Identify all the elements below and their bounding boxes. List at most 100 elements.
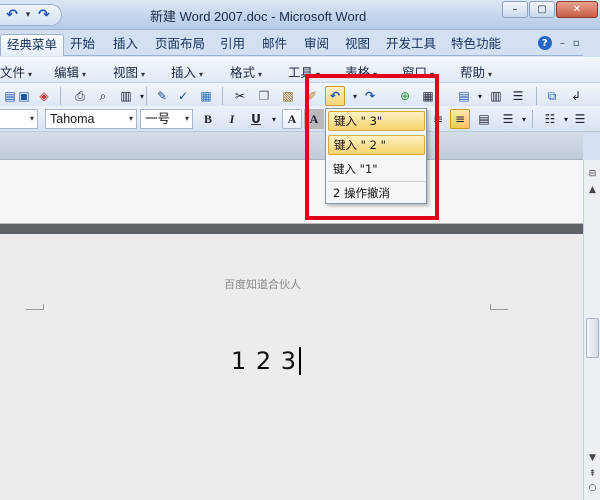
menu-label: 视图 <box>113 65 139 80</box>
document-page[interactable]: 百度知道合伙人 1 2 3 <box>0 234 583 500</box>
chevron-down-icon: ▾ <box>141 70 146 79</box>
tab-home[interactable]: 开始 <box>64 34 101 56</box>
previous-page-icon[interactable]: ⇞ <box>585 466 600 481</box>
window-controls: – ▢ ✕ <box>502 1 598 18</box>
ruler-band <box>0 132 583 160</box>
tab-mailings[interactable]: 邮件 <box>256 34 293 56</box>
justify-icon[interactable]: ▤ <box>474 109 494 129</box>
tab-review[interactable]: 审阅 <box>298 34 335 56</box>
close-button[interactable]: ✕ <box>556 1 598 18</box>
scroll-down-arrow[interactable]: ▼ <box>585 450 600 465</box>
font-size-dropdown[interactable]: 一号 ▾ <box>140 109 193 129</box>
margin-corner-right <box>490 304 508 310</box>
tab-view[interactable]: 视图 <box>339 34 376 56</box>
menu-label: 编辑 <box>54 65 80 80</box>
tab-developer[interactable]: 开发工具 <box>380 34 442 56</box>
vertical-scrollbar[interactable]: ⊟ ▲ ▼ ⇞ ○ <box>583 160 600 500</box>
menu-format[interactable]: 格式 ▾ <box>230 62 262 81</box>
toolbar-separator <box>532 110 533 128</box>
ribbon-tabs: 经典菜单 开始 插入 页面布局 引用 邮件 审阅 视图 开发工具 特色功能 ? … <box>0 30 600 56</box>
chevron-down-icon: ▾ <box>28 70 33 79</box>
highlight-annotation-box <box>305 74 439 220</box>
text-cursor <box>299 347 301 375</box>
cut-icon[interactable]: ✂ <box>230 86 250 106</box>
grammar-icon[interactable]: ✓ <box>173 86 193 106</box>
ribbon-minimize-button[interactable]: – <box>560 38 565 49</box>
scroll-thumb[interactable] <box>586 318 599 358</box>
undo-icon[interactable]: ↶ <box>2 5 22 25</box>
print-preview-icon[interactable]: ⌕ <box>93 86 113 106</box>
drawing-icon[interactable]: ☰ <box>508 86 528 106</box>
chevron-down-icon: ▾ <box>488 70 493 79</box>
font-size-value: 一号 <box>145 112 171 126</box>
bullets-icon[interactable]: ☰ <box>570 109 590 129</box>
ribbon-restore-button[interactable]: ▫ <box>573 38 580 49</box>
formatting-toolbar: ▾ Tahoma ▾ 一号 ▾ B I U ▾ A A ≡ ≡ ▤ ☰ ▾ ☷ ▾ … <box>0 106 600 132</box>
document-map-icon[interactable]: ⧉ <box>542 86 562 106</box>
tab-references[interactable]: 引用 <box>214 34 251 56</box>
chevron-down-icon: ▾ <box>82 70 87 79</box>
menu-insert[interactable]: 插入 ▾ <box>171 62 203 81</box>
align-center-icon[interactable]: ≡ <box>450 109 470 129</box>
font-name-dropdown[interactable]: Tahoma ▾ <box>45 109 137 129</box>
restore-button[interactable]: ▢ <box>529 1 555 18</box>
menu-file[interactable]: 文件 ▾ <box>0 62 32 81</box>
chevron-down-icon[interactable]: ▾ <box>514 109 534 129</box>
redo-icon[interactable]: ↷ <box>34 5 54 25</box>
undo-dropdown-arrow[interactable]: ▾ <box>22 5 34 25</box>
style-dropdown[interactable]: ▾ <box>0 109 38 129</box>
menu-help[interactable]: 帮助 ▾ <box>460 62 492 81</box>
columns-icon[interactable]: ▥ <box>486 86 506 106</box>
chevron-down-icon[interactable]: ▾ <box>132 86 152 106</box>
font-name-value: Tahoma <box>50 112 95 126</box>
tab-classic-menu[interactable]: 经典菜单 <box>0 34 65 56</box>
menu-label: 文件 <box>0 65 26 80</box>
browse-object-icon[interactable]: ○ <box>585 480 600 495</box>
chevron-down-icon: ▾ <box>199 70 204 79</box>
tab-special-features[interactable]: 特色功能 <box>445 34 507 56</box>
minimize-button[interactable]: – <box>502 1 528 18</box>
chevron-down-icon: ▾ <box>184 114 189 123</box>
chevron-down-icon[interactable]: ▾ <box>264 109 284 129</box>
print-icon[interactable]: ⎙ <box>70 86 90 106</box>
tab-insert[interactable]: 插入 <box>107 34 144 56</box>
permission-icon[interactable]: ◈ <box>34 86 54 106</box>
show-hide-icon[interactable]: ↲ <box>566 86 586 106</box>
toolbar-separator <box>60 87 61 105</box>
document-area: 百度知道合伙人 1 2 3 <box>0 160 583 500</box>
ruler-toggle-icon[interactable]: ⊟ <box>585 166 600 181</box>
chevron-down-icon: ▾ <box>29 114 34 123</box>
italic-button[interactable]: I <box>222 109 242 129</box>
save-icon[interactable]: ▣ <box>14 86 34 106</box>
menu-bar: 文件 ▾ 编辑 ▾ 视图 ▾ 插入 ▾ 格式 ▾ 工具 ▾ 表格 ▾ 窗口 ▾ 帮助 ▾ <box>0 57 600 83</box>
help-icon[interactable]: ? <box>537 36 552 50</box>
chevron-down-icon: ▾ <box>128 114 133 123</box>
margin-corner-left <box>26 304 44 310</box>
menu-edit[interactable]: 编辑 ▾ <box>54 62 86 81</box>
toolbar-separator <box>146 87 147 105</box>
title-bar: ↶ ▾ ↷ 新建 Word 2007.doc - Microsoft Word … <box>0 0 600 30</box>
menu-label: 插入 <box>171 65 197 80</box>
bold-button[interactable]: B <box>198 109 218 129</box>
spelling-icon[interactable]: ✎ <box>152 86 172 106</box>
scroll-up-arrow[interactable]: ▲ <box>585 182 600 197</box>
character-border-button[interactable]: A <box>282 109 302 129</box>
previous-page-bottom <box>0 160 583 224</box>
body-text: 1 2 3 <box>231 347 298 375</box>
page-separator <box>0 224 583 234</box>
window-title: 新建 Word 2007.doc - Microsoft Word <box>150 9 367 24</box>
menu-label: 帮助 <box>460 65 486 80</box>
thesaurus-icon[interactable]: ▦ <box>196 86 216 106</box>
copy-icon[interactable]: ❐ <box>254 86 274 106</box>
toolbar-separator <box>536 87 537 105</box>
menu-view[interactable]: 视图 ▾ <box>113 62 145 81</box>
menu-label: 格式 <box>230 65 256 80</box>
toolbar-separator <box>222 87 223 105</box>
quick-access-buttons: ↶ ▾ ↷ <box>0 4 60 26</box>
tab-page-layout[interactable]: 页面布局 <box>149 34 211 56</box>
chevron-down-icon: ▾ <box>258 70 263 79</box>
paste-icon[interactable]: ▧ <box>278 86 298 106</box>
document-body-text[interactable]: 1 2 3 <box>231 347 301 375</box>
underline-button[interactable]: U <box>246 109 266 129</box>
watermark-text: 百度知道合伙人 <box>224 278 301 291</box>
